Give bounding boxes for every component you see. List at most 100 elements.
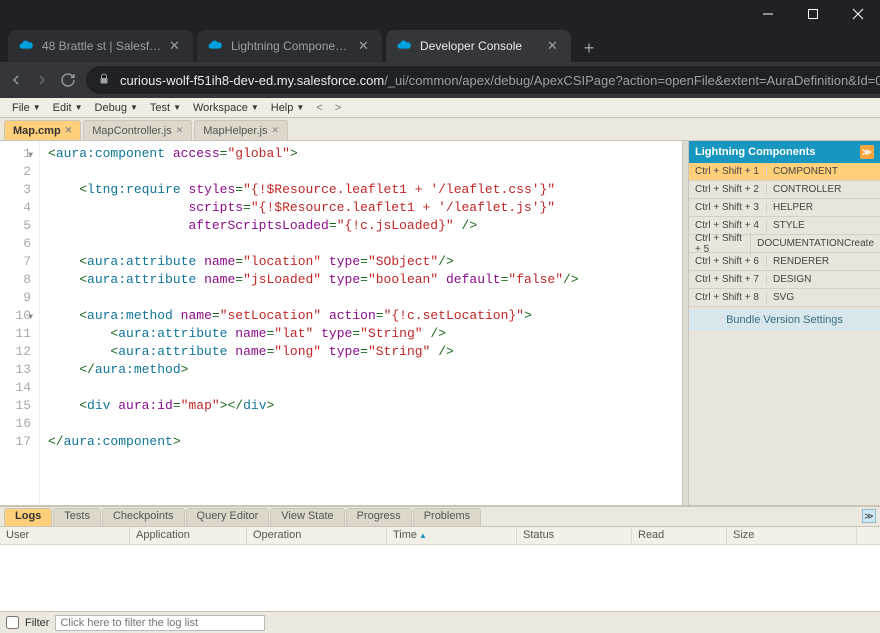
log-column-time[interactable]: Time▲ bbox=[387, 527, 517, 544]
editor-code[interactable]: <aura:component access="global"> <ltng:r… bbox=[40, 141, 682, 505]
file-tab[interactable]: MapController.js ✕ bbox=[83, 120, 192, 140]
file-tab-close-icon[interactable]: ✕ bbox=[65, 125, 73, 136]
file-tab[interactable]: Map.cmp ✕ bbox=[4, 120, 81, 140]
log-table-body[interactable] bbox=[0, 545, 880, 611]
bottom-panel: LogsTestsCheckpointsQuery EditorView Sta… bbox=[0, 505, 880, 633]
code-editor[interactable]: 1▼2345678910▼11121314151617 <aura:compon… bbox=[0, 141, 682, 505]
nav-forward-button[interactable] bbox=[34, 69, 50, 91]
developer-console: File▼Edit▼Debug▼Test▼Workspace▼Help▼<> M… bbox=[0, 98, 880, 633]
menu-help[interactable]: Help▼ bbox=[265, 100, 311, 116]
browser-tab[interactable]: Developer Console✕ bbox=[386, 30, 571, 62]
menu-file[interactable]: File▼ bbox=[6, 100, 47, 116]
log-column-size[interactable]: Size bbox=[727, 527, 857, 544]
shortcut-label: Ctrl + Shift + 2 bbox=[689, 184, 767, 195]
bundle-item-svg[interactable]: Ctrl + Shift + 8SVG bbox=[689, 289, 880, 307]
browser-tab[interactable]: 48 Brattle st | Salesforce ✕ bbox=[8, 30, 193, 62]
tab-title: Lightning Components | Salesfo bbox=[231, 39, 352, 53]
shortcut-label: Ctrl + Shift + 7 bbox=[689, 274, 767, 285]
window-close-button[interactable] bbox=[835, 0, 880, 28]
shortcut-label: Ctrl + Shift + 4 bbox=[689, 220, 767, 231]
shortcut-label: Ctrl + Shift + 8 bbox=[689, 292, 767, 303]
bundle-item-label: COMPONENT bbox=[767, 166, 880, 177]
bundle-item-renderer[interactable]: Ctrl + Shift + 6RENDERER bbox=[689, 253, 880, 271]
sidepanel-title: Lightning Components bbox=[695, 146, 815, 158]
window-minimize-button[interactable] bbox=[745, 0, 790, 28]
new-tab-button[interactable]: + bbox=[575, 34, 603, 62]
lightning-components-panel: Lightning Components ≫ Ctrl + Shift + 1C… bbox=[688, 141, 880, 505]
bottom-tab-problems[interactable]: Problems bbox=[413, 508, 481, 526]
bottom-tab-progress[interactable]: Progress bbox=[346, 508, 412, 526]
log-column-user[interactable]: User bbox=[0, 527, 130, 544]
bundle-item-component[interactable]: Ctrl + Shift + 1COMPONENT bbox=[689, 163, 880, 181]
tab-close-icon[interactable]: ✕ bbox=[169, 38, 183, 54]
address-bar[interactable]: curious-wolf-f51ih8-dev-ed.my.salesforce… bbox=[86, 66, 880, 94]
bundle-version-settings[interactable]: Bundle Version Settings bbox=[689, 309, 880, 331]
bundle-item-label: SVG bbox=[767, 292, 880, 303]
browser-tabstrip: 48 Brattle st | Salesforce✕Lightning Com… bbox=[0, 28, 880, 62]
file-tab-label: MapHelper.js bbox=[203, 125, 267, 137]
bottom-tab-query-editor[interactable]: Query Editor bbox=[186, 508, 270, 526]
menu-debug[interactable]: Debug▼ bbox=[89, 100, 144, 116]
log-column-status[interactable]: Status bbox=[517, 527, 632, 544]
bundle-item-documentation[interactable]: Ctrl + Shift + 5DOCUMENTATIONCreate bbox=[689, 235, 880, 253]
file-tab-close-icon[interactable]: ✕ bbox=[176, 125, 184, 136]
bottom-tab-logs[interactable]: Logs bbox=[4, 508, 52, 526]
menu-nav-forward[interactable]: > bbox=[329, 100, 347, 116]
bottom-panel-tabs: LogsTestsCheckpointsQuery EditorView Sta… bbox=[0, 507, 880, 527]
filter-input[interactable] bbox=[55, 615, 265, 631]
nav-back-button[interactable] bbox=[8, 69, 24, 91]
bundle-item-controller[interactable]: Ctrl + Shift + 2CONTROLLER bbox=[689, 181, 880, 199]
file-tab-close-icon[interactable]: ✕ bbox=[271, 125, 279, 136]
bottom-tab-tests[interactable]: Tests bbox=[53, 508, 101, 526]
salesforce-cloud-icon bbox=[18, 38, 34, 54]
tab-close-icon[interactable]: ✕ bbox=[358, 38, 372, 54]
bundle-item-design[interactable]: Ctrl + Shift + 7DESIGN bbox=[689, 271, 880, 289]
salesforce-cloud-icon bbox=[396, 38, 412, 54]
filter-checkbox[interactable] bbox=[6, 616, 19, 629]
caret-down-icon: ▼ bbox=[33, 103, 41, 112]
browser-tab[interactable]: Lightning Components | Salesfo ✕ bbox=[197, 30, 382, 62]
caret-down-icon: ▼ bbox=[251, 103, 259, 112]
shortcut-label: Ctrl + Shift + 1 bbox=[689, 166, 767, 177]
menu-nav-back[interactable]: < bbox=[310, 100, 328, 116]
bottom-tab-checkpoints[interactable]: Checkpoints bbox=[102, 508, 185, 526]
caret-down-icon: ▼ bbox=[130, 103, 138, 112]
menu-test[interactable]: Test▼ bbox=[144, 100, 187, 116]
menu-edit[interactable]: Edit▼ bbox=[47, 100, 89, 116]
caret-down-icon: ▼ bbox=[75, 103, 83, 112]
bundle-item-label: DOCUMENTATION bbox=[751, 238, 844, 249]
tab-title: 48 Brattle st | Salesforce bbox=[42, 39, 163, 53]
bundle-item-label: DESIGN bbox=[767, 274, 880, 285]
browser-toolbar: curious-wolf-f51ih8-dev-ed.my.salesforce… bbox=[0, 62, 880, 98]
sort-asc-icon: ▲ bbox=[419, 531, 427, 540]
bundle-item-helper[interactable]: Ctrl + Shift + 3HELPER bbox=[689, 199, 880, 217]
log-column-application[interactable]: Application bbox=[130, 527, 247, 544]
bottom-panel-collapse-icon[interactable]: ≫ bbox=[862, 509, 876, 523]
bottom-tab-view-state[interactable]: View State bbox=[270, 508, 344, 526]
log-column-operation[interactable]: Operation bbox=[247, 527, 387, 544]
sidepanel-collapse-icon[interactable]: ≫ bbox=[860, 145, 874, 159]
menu-workspace[interactable]: Workspace▼ bbox=[187, 100, 265, 116]
tab-close-icon[interactable]: ✕ bbox=[547, 38, 561, 54]
shortcut-label: Ctrl + Shift + 3 bbox=[689, 202, 767, 213]
file-tab-label: MapController.js bbox=[92, 125, 171, 137]
file-tabstrip: Map.cmp ✕ MapController.js ✕ MapHelper.js ✕ bbox=[0, 118, 880, 141]
bundle-item-action[interactable]: Create bbox=[844, 238, 880, 249]
bundle-item-label: STYLE bbox=[767, 220, 880, 231]
nav-reload-button[interactable] bbox=[60, 69, 76, 91]
filter-label: Filter bbox=[25, 617, 49, 629]
lock-icon bbox=[98, 73, 110, 88]
shortcut-label: Ctrl + Shift + 5 bbox=[689, 233, 751, 255]
caret-down-icon: ▼ bbox=[173, 103, 181, 112]
window-maximize-button[interactable] bbox=[790, 0, 835, 28]
file-tab[interactable]: MapHelper.js ✕ bbox=[194, 120, 288, 140]
caret-down-icon: ▼ bbox=[296, 103, 304, 112]
bundle-item-label: RENDERER bbox=[767, 256, 880, 267]
window-titlebar bbox=[0, 0, 880, 28]
log-column-read[interactable]: Read bbox=[632, 527, 727, 544]
file-tab-label: Map.cmp bbox=[13, 125, 61, 137]
salesforce-cloud-icon bbox=[207, 38, 223, 54]
shortcut-label: Ctrl + Shift + 6 bbox=[689, 256, 767, 267]
log-table-header: UserApplicationOperationTime▲StatusReadS… bbox=[0, 527, 880, 545]
url-text: curious-wolf-f51ih8-dev-ed.my.salesforce… bbox=[120, 73, 880, 88]
